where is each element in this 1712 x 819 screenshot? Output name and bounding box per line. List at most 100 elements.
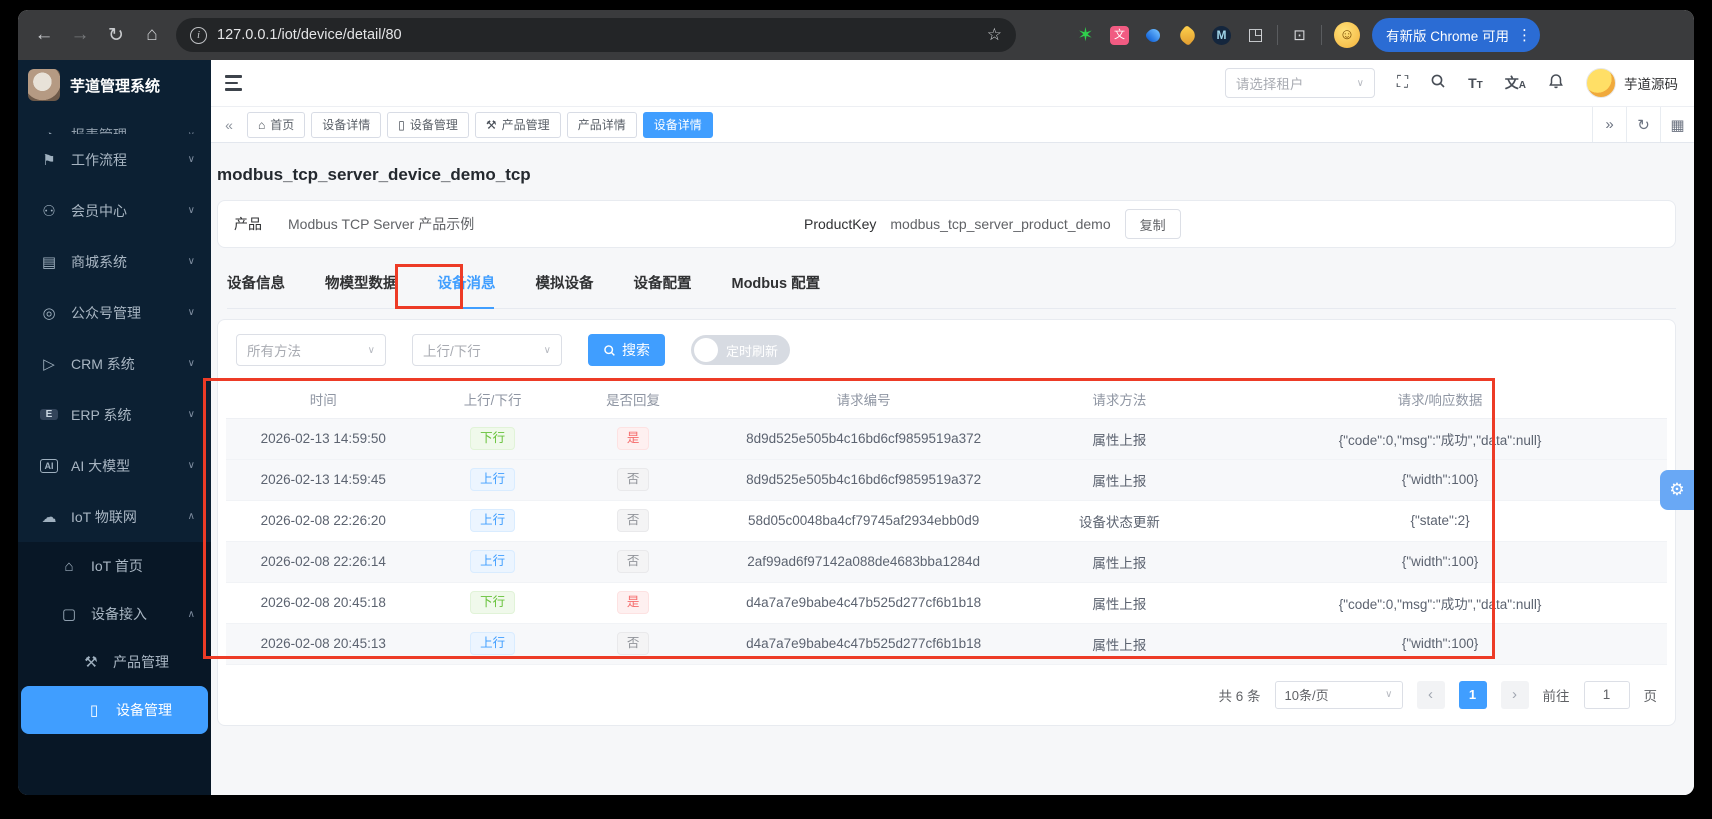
- tab-4[interactable]: 设备配置: [634, 272, 692, 308]
- balloon-extension-icon[interactable]: [1144, 26, 1163, 45]
- table-row[interactable]: 2026-02-08 20:45:13上行否d4a7a7e9babe4c47b5…: [226, 623, 1667, 664]
- back-icon[interactable]: ←: [32, 24, 56, 46]
- search-button[interactable]: 搜索: [588, 334, 665, 366]
- notification-bell-icon[interactable]: [1548, 73, 1564, 93]
- request-id-cell: d4a7a7e9babe4c47b525d277cf6b1b18: [702, 623, 1026, 664]
- reload-icon[interactable]: ↻: [104, 24, 128, 47]
- chevron-down-icon: ∨: [1385, 689, 1392, 700]
- table-row[interactable]: 2026-02-08 22:26:14 上行 否2af99ad6f97142a088…: [226, 541, 1667, 582]
- address-bar[interactable]: i 127.0.0.1/iot/device/detail/80 ☆: [176, 18, 1016, 52]
- reply-cell: 否: [565, 541, 702, 582]
- sidebar-item-label: 报表管理: [71, 125, 127, 134]
- sidebar-submenu: ⌂IoT 首页▢设备接入∧⚒产品管理▯设备管理: [18, 542, 211, 795]
- layout-grid-icon[interactable]: ▦: [1660, 107, 1694, 142]
- tag-chip[interactable]: 产品详情: [567, 112, 637, 138]
- next-page-button[interactable]: ›: [1501, 681, 1529, 709]
- sidebar-item-ai[interactable]: AIAI 大模型∨: [18, 440, 211, 491]
- chrome-update-button[interactable]: 有新版 Chrome 可用 ⋮: [1372, 18, 1540, 52]
- product-label: 产品: [234, 214, 262, 234]
- reply-cell: 否: [565, 500, 702, 541]
- pagination: 共 6 条 10条/页 ∨ ‹ 1 › 前往 页: [226, 665, 1667, 713]
- m-extension-icon[interactable]: M: [1212, 26, 1231, 45]
- payload-cell: {"state":2}: [1213, 500, 1667, 541]
- sidebar-logo-row[interactable]: 芋道管理系统: [18, 60, 211, 110]
- sidebar-item-member[interactable]: ⚇会员中心∨: [18, 185, 211, 236]
- prev-page-button[interactable]: ‹: [1417, 681, 1445, 709]
- site-info-icon[interactable]: i: [190, 27, 207, 44]
- green-star-extension-icon[interactable]: ✶: [1076, 26, 1095, 45]
- goto-page-input[interactable]: [1584, 681, 1630, 709]
- table-row[interactable]: 2026-02-08 22:26:20上行否58d05c0048ba4cf797…: [226, 500, 1667, 541]
- direction-cell-tag: 上行: [470, 550, 515, 573]
- table-row[interactable]: 2026-02-13 14:59:45上行否8d9d525e505b4c16bd…: [226, 459, 1667, 500]
- tab-3[interactable]: 模拟设备: [536, 272, 594, 308]
- direction-filter-select[interactable]: 上行/下行 ∨: [412, 334, 562, 366]
- sidebar-item-chart[interactable]: ◔报表管理∨: [18, 110, 211, 134]
- apps-grid-extension-icon[interactable]: [1042, 26, 1061, 45]
- sidebar-item-tools[interactable]: ⚒产品管理: [18, 638, 211, 686]
- tags-scroll-left-icon[interactable]: «: [217, 117, 241, 133]
- user-avatar: [1586, 68, 1616, 98]
- bookmark-star-icon[interactable]: ☆: [987, 25, 1002, 45]
- collapse-sidebar-icon[interactable]: [225, 75, 242, 91]
- time-cell: 2026-02-08 22:26:20: [226, 500, 421, 541]
- chevron-down-icon: ∨: [1357, 78, 1364, 89]
- search-icon[interactable]: [1430, 73, 1446, 93]
- extensions-row: ✶ 文 M ◳: [1042, 26, 1265, 45]
- tab-0[interactable]: 设备信息: [227, 272, 285, 308]
- tab-2[interactable]: 设备消息: [438, 272, 496, 308]
- method-filter-select[interactable]: 所有方法 ∨: [236, 334, 386, 366]
- language-icon[interactable]: 文A: [1505, 76, 1526, 91]
- table-row[interactable]: 2026-02-13 14:59:50下行是8d9d525e505b4c16bd…: [226, 418, 1667, 459]
- sidebar-item-erp[interactable]: EERP 系统∨: [18, 389, 211, 440]
- page-size-select[interactable]: 10条/页 ∨: [1275, 681, 1403, 709]
- direction-cell: 下行: [421, 418, 565, 459]
- tags-scroll-right-icon[interactable]: »: [1592, 107, 1626, 142]
- sidebar-item-crm[interactable]: ▷CRM 系统∨: [18, 338, 211, 389]
- translate-extension-icon[interactable]: 文: [1110, 26, 1129, 45]
- sidebar-item-phone[interactable]: ▯设备管理: [21, 686, 208, 734]
- tab-search-icon[interactable]: ⊡: [1290, 26, 1309, 45]
- sidebar-item-flag[interactable]: ⚑工作流程∨: [18, 134, 211, 185]
- direction-cell: 下行: [421, 582, 565, 623]
- time-cell: 2026-02-08 22:26:14: [226, 541, 421, 582]
- user-menu[interactable]: 芋道源码: [1586, 68, 1678, 98]
- ai-icon: AI: [40, 459, 58, 473]
- reply-cell: 是: [565, 582, 702, 623]
- home-icon[interactable]: ⌂: [140, 24, 164, 46]
- tools-icon: ⚒: [82, 653, 100, 671]
- extensions-puzzle-icon[interactable]: ◳: [1246, 26, 1265, 45]
- sidebar-item-label: CRM 系统: [71, 354, 135, 374]
- tenant-select-placeholder: 请选择租户: [1236, 73, 1304, 93]
- tab-5[interactable]: Modbus 配置: [732, 272, 821, 308]
- tab-1[interactable]: 物模型数据: [325, 272, 398, 308]
- chrome-menu-icon[interactable]: ⋮: [1517, 26, 1532, 44]
- fullscreen-icon[interactable]: ⛶: [1397, 75, 1408, 91]
- font-size-icon[interactable]: TT: [1468, 76, 1483, 91]
- forward-icon[interactable]: →: [68, 24, 92, 46]
- sidebar-item-iot[interactable]: ☁IoT 物联网∧: [18, 491, 211, 542]
- tag-chip[interactable]: ⌂首页: [247, 112, 305, 138]
- tag-chip[interactable]: ⚒产品管理: [475, 112, 561, 138]
- table-row[interactable]: 2026-02-08 20:45:18下行是d4a7a7e9babe4c47b5…: [226, 582, 1667, 623]
- auto-refresh-toggle[interactable]: 定时刷新: [691, 335, 790, 365]
- tenant-select[interactable]: 请选择租户 ∨: [1225, 68, 1375, 98]
- sidebar-item-home[interactable]: ⌂IoT 首页: [18, 542, 211, 590]
- settings-gear-button[interactable]: ⚙: [1660, 470, 1694, 510]
- tag-chip[interactable]: ▯设备管理: [387, 112, 469, 138]
- chrome-profile-avatar[interactable]: ☺: [1334, 22, 1360, 48]
- chevron-down-icon: ∨: [188, 358, 195, 369]
- sidebar-item-screen[interactable]: ▢设备接入∧: [18, 590, 211, 638]
- request-id-cell: 2af99ad6f97142a088de4683bba1284d: [702, 541, 1026, 582]
- current-page-button[interactable]: 1: [1459, 681, 1487, 709]
- home-icon: ⌂: [60, 558, 78, 575]
- sidebar-item-mall[interactable]: ▤商城系统∨: [18, 236, 211, 287]
- payload-cell: {"code":0,"msg":"成功","data":null}: [1213, 418, 1667, 459]
- chevron-down-icon: ∨: [368, 345, 375, 356]
- sidebar-item-wechat[interactable]: ◎公众号管理∨: [18, 287, 211, 338]
- copy-button[interactable]: 复制: [1125, 209, 1181, 239]
- broom-extension-icon[interactable]: [1178, 26, 1197, 45]
- tag-chip[interactable]: 设备详情: [643, 112, 713, 138]
- tag-chip[interactable]: 设备详情: [311, 112, 381, 138]
- refresh-page-icon[interactable]: ↻: [1626, 107, 1660, 142]
